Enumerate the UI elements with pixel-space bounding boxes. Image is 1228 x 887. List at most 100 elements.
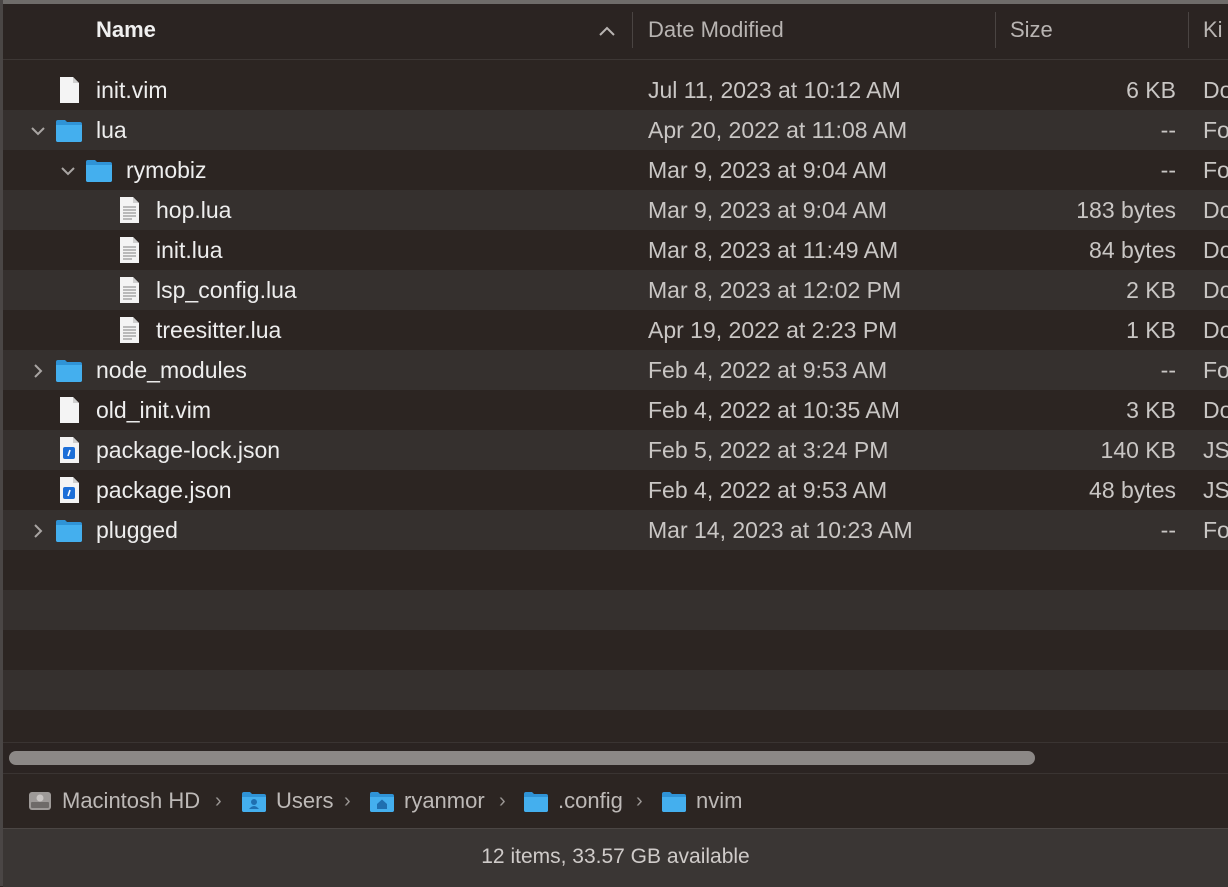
- chevron-down-icon[interactable]: [59, 162, 77, 180]
- folder-icon: [56, 120, 82, 142]
- file-kind: JS: [1203, 477, 1228, 503]
- file-kind: Do: [1203, 197, 1228, 223]
- file-name: rymobiz: [126, 157, 207, 183]
- file-kind: JS: [1203, 437, 1228, 463]
- text-document-icon: [120, 277, 139, 303]
- path-item-ryanmor[interactable]: ryanmor: [404, 774, 485, 828]
- file-kind: Fo: [1203, 117, 1228, 143]
- file-size: 6 KB: [1126, 77, 1176, 103]
- list-item-init-lua[interactable]: init.lua Mar 8, 2023 at 11:49 AM 84 byte…: [3, 230, 1228, 270]
- list-item-node-modules[interactable]: node_modules Feb 4, 2022 at 9:53 AM -- F…: [3, 350, 1228, 390]
- json-file-icon: [60, 477, 79, 503]
- text-document-icon: [120, 237, 139, 263]
- list-item-init-vim[interactable]: init.vim Jul 11, 2023 at 10:12 AM 6 KB D…: [3, 70, 1228, 110]
- chevron-right-icon[interactable]: [29, 522, 47, 540]
- status-text: 12 items, 33.57 GB available: [481, 845, 750, 868]
- document-icon: [60, 77, 79, 103]
- users-folder-icon: [242, 792, 266, 812]
- file-name: lua: [96, 117, 127, 143]
- list-item-rymobiz[interactable]: rymobiz Mar 9, 2023 at 9:04 AM -- Fo: [3, 150, 1228, 190]
- file-name: package-lock.json: [96, 437, 281, 463]
- text-document-icon: [120, 197, 139, 223]
- file-name: node_modules: [96, 357, 247, 383]
- folder-icon: [86, 160, 112, 182]
- folder-icon: [524, 792, 548, 812]
- file-size: --: [1160, 517, 1176, 543]
- sort-ascending-icon[interactable]: [597, 24, 617, 38]
- finder-list-window: Name Date Modified Size Ki init.vim Jul …: [0, 0, 1228, 887]
- date-modified: Feb 4, 2022 at 10:35 AM: [648, 397, 900, 423]
- path-item-users[interactable]: Users: [276, 774, 333, 828]
- file-size: 2 KB: [1126, 277, 1176, 303]
- file-kind: Do: [1203, 237, 1228, 263]
- scrollbar-thumb[interactable]: [9, 751, 1035, 765]
- file-kind: Fo: [1203, 517, 1228, 543]
- list-item-lua[interactable]: lua Apr 20, 2022 at 11:08 AM -- Fo: [3, 110, 1228, 150]
- chevron-right-icon: ›: [499, 790, 506, 812]
- text-document-icon: [120, 317, 139, 343]
- column-divider[interactable]: [995, 12, 996, 48]
- file-list: init.vim Jul 11, 2023 at 10:12 AM 6 KB D…: [3, 70, 1228, 710]
- file-name: init.vim: [96, 77, 168, 103]
- column-header-date-modified[interactable]: Date Modified: [648, 4, 784, 59]
- column-header-kind[interactable]: Ki: [1203, 4, 1223, 59]
- horizontal-scrollbar[interactable]: [3, 742, 1228, 773]
- list-item-package-json[interactable]: package.json Feb 4, 2022 at 9:53 AM 48 b…: [3, 470, 1228, 510]
- file-size: 1 KB: [1126, 317, 1176, 343]
- date-modified: Feb 4, 2022 at 9:53 AM: [648, 477, 888, 503]
- date-modified: Feb 5, 2022 at 3:24 PM: [648, 437, 889, 463]
- file-kind: Fo: [1203, 357, 1228, 383]
- list-item-hop-lua[interactable]: hop.lua Mar 9, 2023 at 9:04 AM 183 bytes…: [3, 190, 1228, 230]
- date-modified: Mar 9, 2023 at 9:04 AM: [648, 197, 888, 223]
- file-size: 183 bytes: [1076, 197, 1176, 223]
- list-item-lsp-config-lua[interactable]: lsp_config.lua Mar 8, 2023 at 12:02 PM 2…: [3, 270, 1228, 310]
- date-modified: Apr 20, 2022 at 11:08 AM: [648, 117, 908, 143]
- file-size: 48 bytes: [1089, 477, 1176, 503]
- folder-icon: [56, 520, 82, 542]
- date-modified: Mar 9, 2023 at 9:04 AM: [648, 157, 888, 183]
- chevron-right-icon: ›: [215, 790, 222, 812]
- chevron-right-icon: ›: [344, 790, 351, 812]
- column-divider[interactable]: [632, 12, 633, 48]
- file-kind: Do: [1203, 397, 1228, 423]
- list-item-plugged[interactable]: plugged Mar 14, 2023 at 10:23 AM -- Fo: [3, 510, 1228, 550]
- chevron-right-icon: ›: [636, 790, 643, 812]
- chevron-down-icon[interactable]: [29, 122, 47, 140]
- column-header-name[interactable]: Name: [96, 4, 156, 59]
- list-item-old-init-vim[interactable]: old_init.vim Feb 4, 2022 at 10:35 AM 3 K…: [3, 390, 1228, 430]
- file-name: lsp_config.lua: [156, 277, 297, 303]
- hard-drive-icon: [29, 792, 51, 810]
- file-name: package.json: [96, 477, 232, 503]
- file-name: old_init.vim: [96, 397, 212, 423]
- file-name: plugged: [96, 517, 178, 543]
- column-divider[interactable]: [1188, 12, 1189, 48]
- file-kind: Fo: [1203, 157, 1228, 183]
- date-modified: Mar 8, 2023 at 12:02 PM: [648, 277, 902, 303]
- file-kind: Do: [1203, 277, 1228, 303]
- empty-row: [3, 670, 1228, 710]
- folder-icon: [56, 360, 82, 382]
- home-folder-icon: [370, 792, 394, 812]
- list-item-package-lock-json[interactable]: package-lock.json Feb 5, 2022 at 3:24 PM…: [3, 430, 1228, 470]
- path-item-macintosh-hd[interactable]: Macintosh HD: [62, 774, 200, 828]
- file-size: 84 bytes: [1089, 237, 1176, 263]
- folder-icon: [662, 792, 686, 812]
- json-file-icon: [60, 437, 79, 463]
- chevron-right-icon[interactable]: [29, 362, 47, 380]
- document-icon: [60, 397, 79, 423]
- empty-row: [3, 630, 1228, 670]
- file-size: 140 KB: [1100, 437, 1176, 463]
- file-name: hop.lua: [156, 197, 232, 223]
- path-bar: Macintosh HD › Users › ryanmor › .config…: [3, 773, 1228, 828]
- file-name: treesitter.lua: [156, 317, 282, 343]
- column-header-bar: Name Date Modified Size Ki: [3, 4, 1228, 60]
- date-modified: Apr 19, 2022 at 2:23 PM: [648, 317, 898, 343]
- file-size: --: [1160, 357, 1176, 383]
- path-item-nvim[interactable]: nvim: [696, 774, 742, 828]
- empty-row: [3, 550, 1228, 590]
- path-item-config[interactable]: .config: [558, 774, 623, 828]
- list-item-treesitter-lua[interactable]: treesitter.lua Apr 19, 2022 at 2:23 PM 1…: [3, 310, 1228, 350]
- status-bar: 12 items, 33.57 GB available: [3, 828, 1228, 887]
- date-modified: Mar 8, 2023 at 11:49 AM: [648, 237, 899, 263]
- column-header-size[interactable]: Size: [1010, 4, 1053, 59]
